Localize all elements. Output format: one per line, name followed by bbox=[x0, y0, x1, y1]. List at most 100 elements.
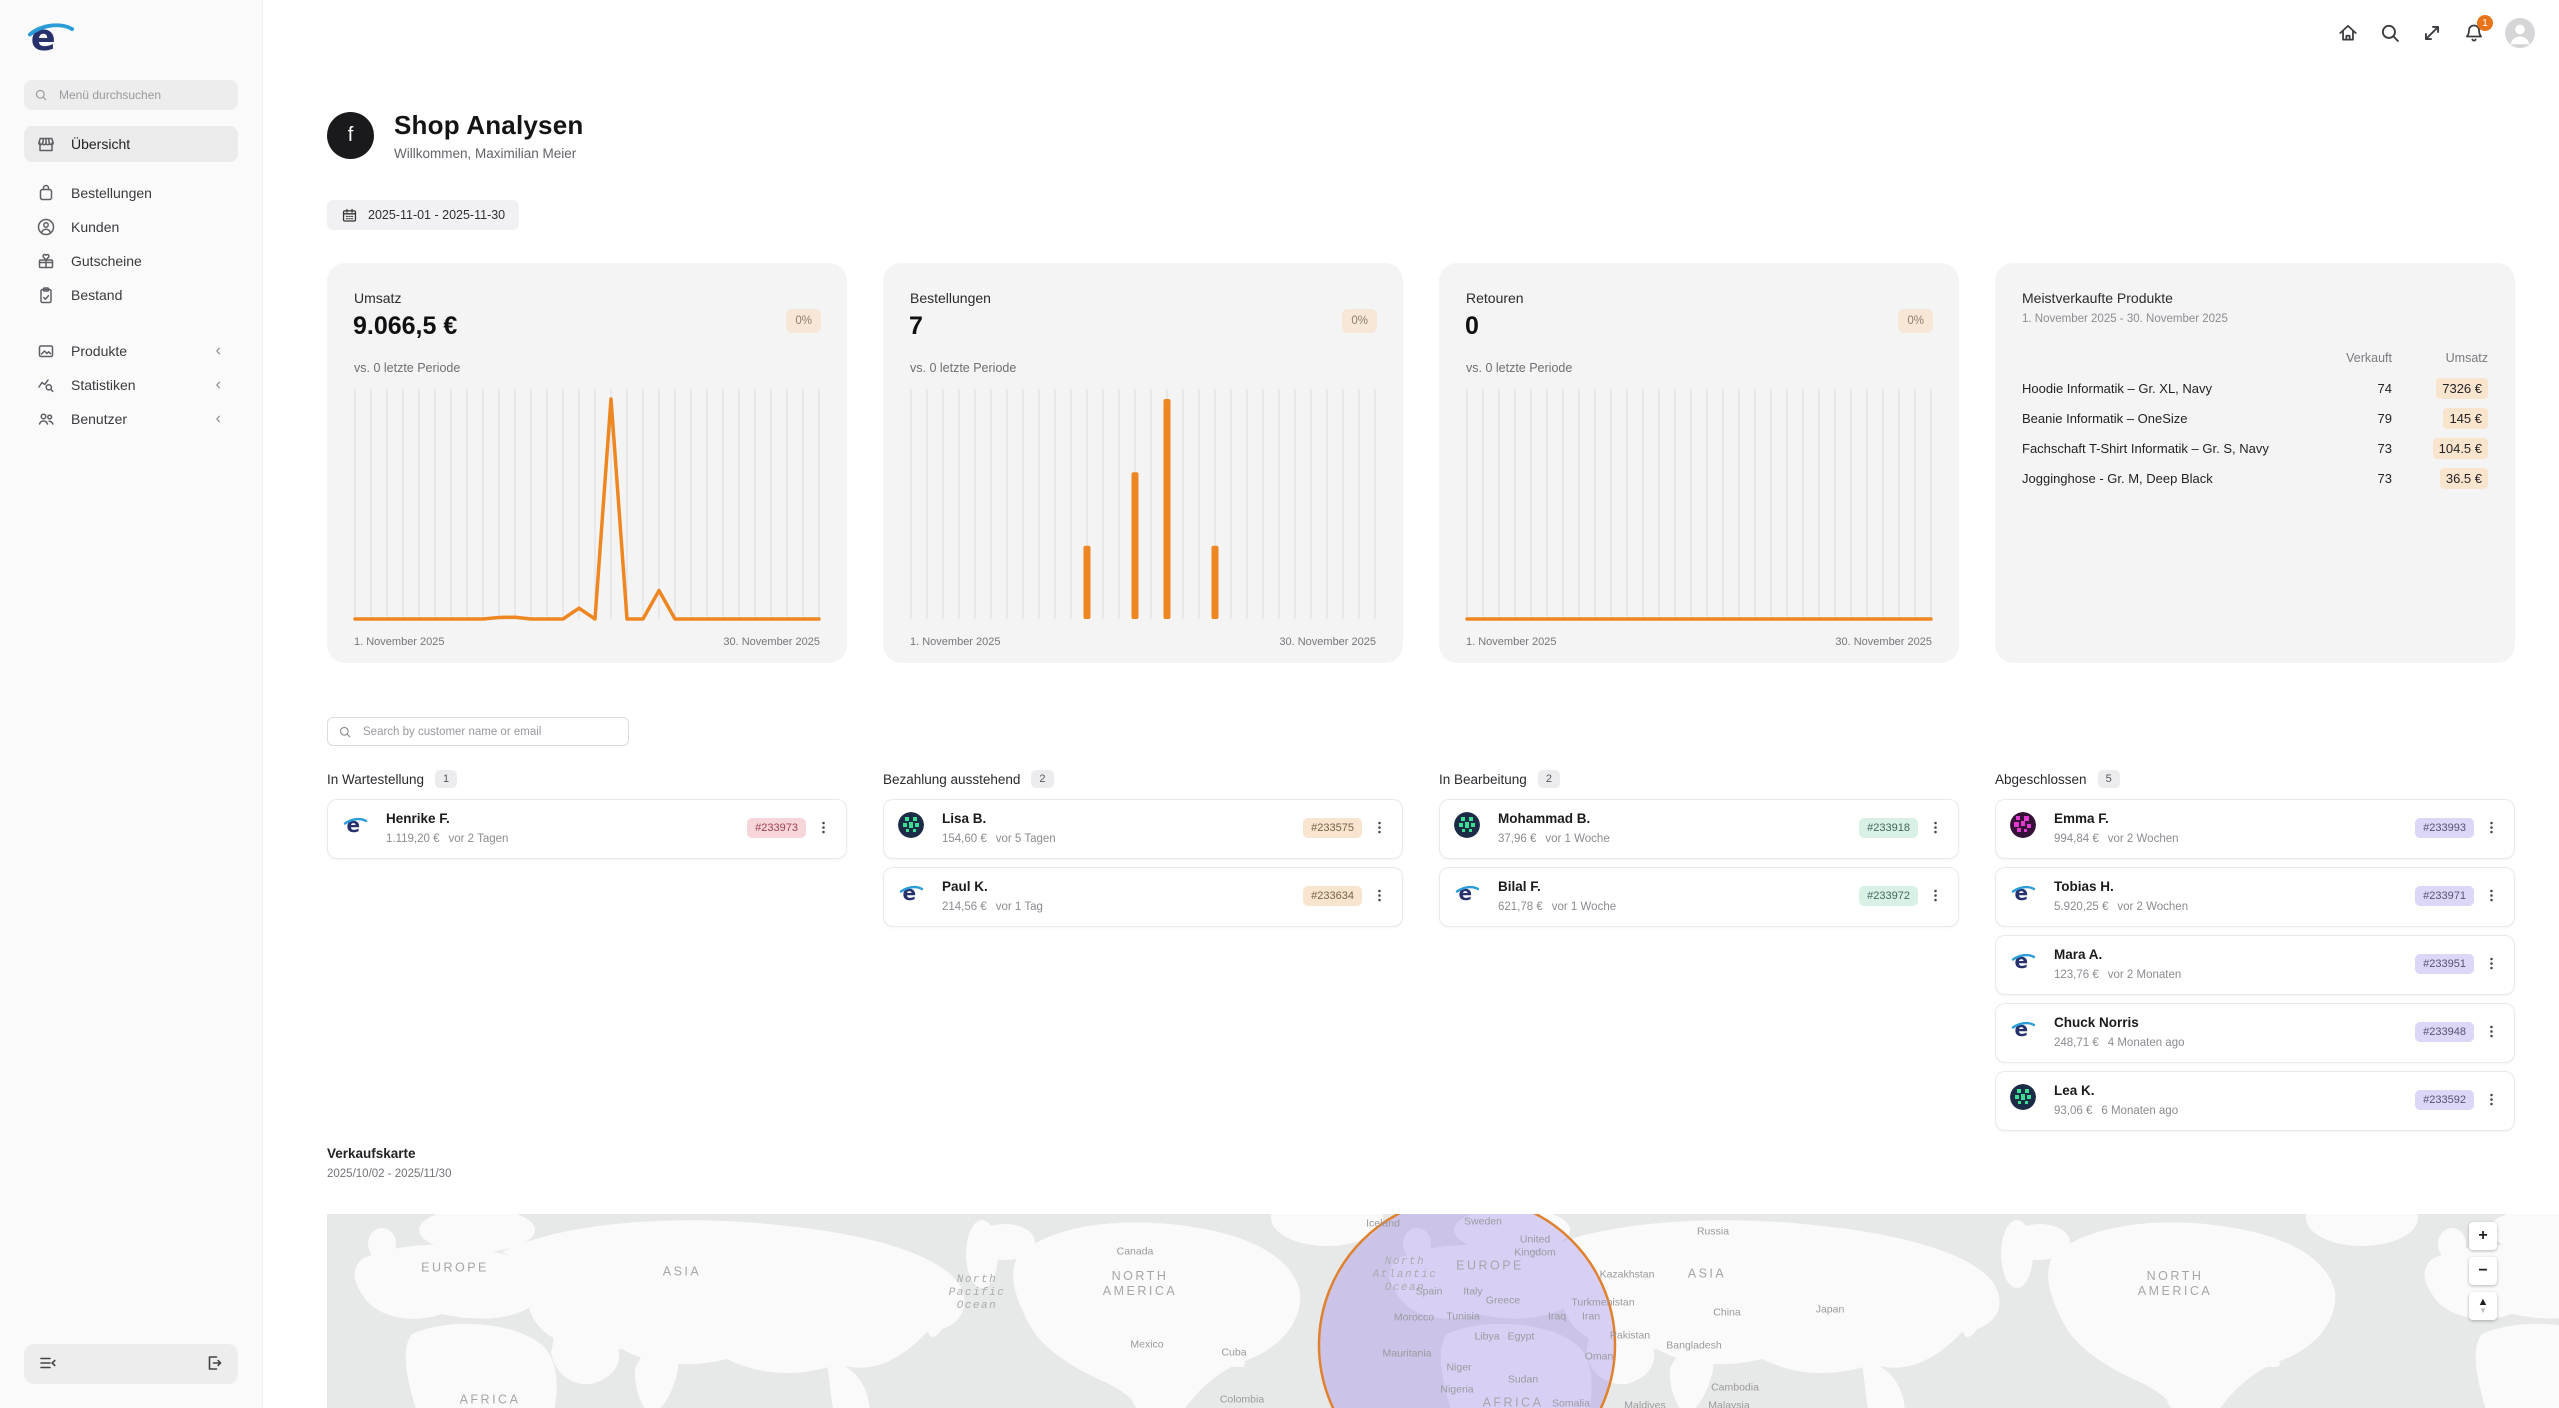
axis-start-label: 1. November 2025 bbox=[1466, 636, 1557, 648]
order-menu-button[interactable] bbox=[2482, 1091, 2500, 1109]
product-sold: 79 bbox=[2336, 411, 2392, 426]
order-time: 4 Monaten ago bbox=[2108, 1037, 2185, 1049]
kebab-icon bbox=[1371, 819, 1388, 836]
sidebar-search[interactable] bbox=[24, 80, 238, 110]
order-time: vor 5 Tagen bbox=[996, 833, 1056, 845]
order-time: vor 2 Monaten bbox=[2108, 969, 2182, 981]
order-time: 6 Monaten ago bbox=[2101, 1105, 2178, 1117]
product-sold: 73 bbox=[2336, 471, 2392, 486]
stat-compare-text: vs. 0 letzte Periode bbox=[910, 361, 1016, 375]
customer-icon bbox=[36, 217, 56, 237]
order-menu-button[interactable] bbox=[1926, 819, 1944, 837]
order-menu-button[interactable] bbox=[814, 819, 832, 837]
notifications-button[interactable]: 1 bbox=[2463, 22, 2485, 44]
logout-button[interactable] bbox=[203, 1353, 225, 1375]
top-products-header: Verkauft Umsatz bbox=[2022, 345, 2488, 371]
sidebar-group-statistiken[interactable]: Statistiken bbox=[24, 368, 238, 402]
order-card[interactable]: e Paul K. 214,56 €vor 1 Tag #233634 bbox=[883, 867, 1403, 927]
sidebar-item-label: Kunden bbox=[71, 219, 119, 235]
product-name: Hoodie Informatik – Gr. XL, Navy bbox=[2022, 381, 2336, 396]
order-card[interactable]: Mohammad B. 37,96 €vor 1 Woche #233918 bbox=[1439, 799, 1959, 859]
order-menu-button[interactable] bbox=[2482, 887, 2500, 905]
order-id-badge: #233634 bbox=[1303, 886, 1362, 906]
order-amount: 123,76 € bbox=[2054, 969, 2099, 981]
order-menu-button[interactable] bbox=[1926, 887, 1944, 905]
page-header: f Shop Analysen Willkommen, Maximilian M… bbox=[327, 110, 583, 161]
product-revenue: 145 € bbox=[2392, 411, 2488, 426]
order-id-badge: #233948 bbox=[2415, 1022, 2474, 1042]
order-menu-button[interactable] bbox=[2482, 955, 2500, 973]
order-card[interactable]: Emma F. 994,84 €vor 2 Wochen #233993 bbox=[1995, 799, 2515, 859]
kanban-column-count-badge: 5 bbox=[2098, 770, 2120, 788]
sales-map-subtitle: 2025/10/02 - 2025/11/30 bbox=[327, 1168, 451, 1180]
order-menu-button[interactable] bbox=[2482, 819, 2500, 837]
orders-kanban: In Wartestellung 1 e Henrike F. 1.119,20… bbox=[327, 770, 2515, 1139]
fullscreen-button[interactable] bbox=[2421, 22, 2443, 44]
order-amount: 621,78 € bbox=[1498, 901, 1543, 913]
home-button[interactable] bbox=[2337, 22, 2359, 44]
order-card-body: Lisa B. 154,60 €vor 5 Tagen bbox=[942, 811, 1293, 845]
sidebar-item-gutscheine[interactable]: Gutscheine bbox=[24, 244, 238, 278]
stat-label: Bestellungen bbox=[910, 290, 991, 306]
product-row: Hoodie Informatik – Gr. XL, Navy 74 7326… bbox=[2022, 373, 2488, 403]
sidebar-group-produkte[interactable]: Produkte bbox=[24, 334, 238, 368]
order-menu-button[interactable] bbox=[1370, 819, 1388, 837]
sidebar-item-bestellungen[interactable]: Bestellungen bbox=[24, 176, 238, 210]
customer-icon bbox=[36, 217, 56, 237]
order-card-body: Paul K. 214,56 €vor 1 Tag bbox=[942, 879, 1293, 913]
sidebar-item-uebersicht[interactable]: Übersicht bbox=[24, 126, 238, 162]
top-products-card: Meistverkaufte Produkte 1. November 2025… bbox=[1995, 263, 2515, 663]
order-card[interactable]: e Henrike F. 1.119,20 €vor 2 Tagen #2339… bbox=[327, 799, 847, 859]
sidebar-item-kunden[interactable]: Kunden bbox=[24, 210, 238, 244]
order-card-body: Mohammad B. 37,96 €vor 1 Woche bbox=[1498, 811, 1849, 845]
stat-chart-axis: 1. November 202530. November 2025 bbox=[1466, 636, 1932, 648]
order-amount: 1.119,20 € bbox=[386, 833, 440, 845]
customer-name: Henrike F. bbox=[386, 811, 737, 826]
customer-search[interactable] bbox=[327, 717, 629, 746]
customer-name: Lisa B. bbox=[942, 811, 1293, 826]
order-id-badge: #233592 bbox=[2415, 1090, 2474, 1110]
image-icon bbox=[36, 341, 56, 361]
sales-map[interactable]: EUROPEASIAAFRICANorth Pacific OceanCanad… bbox=[327, 1214, 2559, 1408]
order-menu-button[interactable] bbox=[2482, 1023, 2500, 1041]
product-revenue: 104.5 € bbox=[2392, 441, 2488, 456]
sidebar-group-benutzer[interactable]: Benutzer bbox=[24, 402, 238, 436]
order-card-body: Emma F. 994,84 €vor 2 Wochen bbox=[2054, 811, 2405, 845]
order-card[interactable]: Lisa B. 154,60 €vor 5 Tagen #233575 bbox=[883, 799, 1403, 859]
user-avatar[interactable] bbox=[2505, 18, 2535, 48]
customer-name: Paul K. bbox=[942, 879, 1293, 894]
top-products-title: Meistverkaufte Produkte bbox=[2022, 290, 2173, 306]
sidebar-item-label: Bestand bbox=[71, 287, 122, 303]
order-card[interactable]: e Chuck Norris 248,71 €4 Monaten ago #23… bbox=[1995, 1003, 2515, 1063]
customer-name: Bilal F. bbox=[1498, 879, 1849, 894]
order-menu-button[interactable] bbox=[1370, 887, 1388, 905]
chevron-left-icon bbox=[210, 377, 226, 393]
map-zoom-in-button[interactable]: + bbox=[2469, 1222, 2497, 1250]
kebab-icon bbox=[815, 819, 832, 836]
users-icon bbox=[36, 409, 56, 429]
map-tilt-button[interactable]: ▲▼ bbox=[2469, 1292, 2497, 1320]
order-card[interactable]: e Tobias H. 5.920,25 €vor 2 Wochen #2339… bbox=[1995, 867, 2515, 927]
sidebar-item-bestand[interactable]: Bestand bbox=[24, 278, 238, 312]
order-id-badge: #233993 bbox=[2415, 818, 2474, 838]
order-card[interactable]: e Bilal F. 621,78 €vor 1 Woche #233972 bbox=[1439, 867, 1959, 927]
stat-change-badge: 0% bbox=[786, 309, 821, 333]
date-range-picker[interactable]: 2025-11-01 - 2025-11-30 bbox=[327, 200, 519, 230]
customer-search-input[interactable] bbox=[361, 725, 618, 739]
map-zoom-out-button[interactable]: − bbox=[2469, 1257, 2497, 1285]
customer-avatar bbox=[2010, 812, 2036, 838]
chevron-left-icon bbox=[210, 411, 226, 427]
order-time: vor 1 Tag bbox=[996, 901, 1043, 913]
order-card[interactable]: Lea K. 93,06 €6 Monaten ago #233592 bbox=[1995, 1071, 2515, 1131]
stats-icon bbox=[36, 375, 56, 395]
kanban-column-count-badge: 1 bbox=[435, 770, 457, 788]
global-search-button[interactable] bbox=[2379, 22, 2401, 44]
svg-text:e: e bbox=[2015, 1017, 2029, 1041]
collapse-sidebar-button[interactable] bbox=[37, 1353, 59, 1375]
order-amount: 93,06 € bbox=[2054, 1105, 2092, 1117]
sidebar-search-input[interactable] bbox=[57, 87, 228, 103]
product-row: Fachschaft T-Shirt Informatik – Gr. S, N… bbox=[2022, 433, 2488, 463]
order-card[interactable]: e Mara A. 123,76 €vor 2 Monaten #233951 bbox=[1995, 935, 2515, 995]
svg-text:e: e bbox=[1459, 881, 1473, 905]
kanban-column: In Bearbeitung 2 Mohammad B. 37,96 €vor … bbox=[1439, 770, 1959, 935]
